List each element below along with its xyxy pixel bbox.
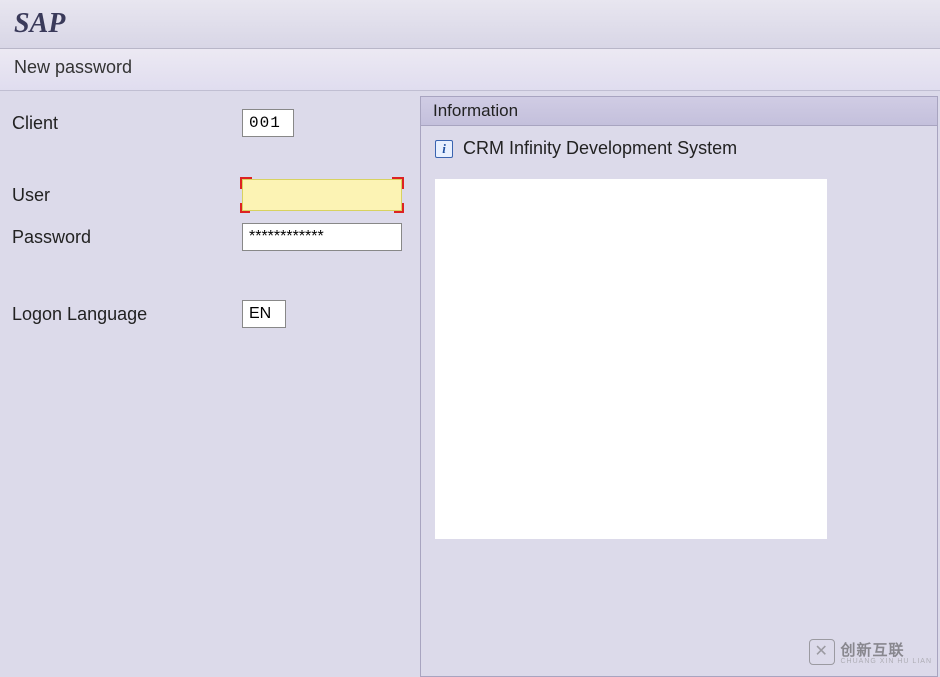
language-row: Logon Language [12, 298, 408, 330]
password-row: Password [12, 221, 408, 253]
watermark-logo-icon [809, 639, 835, 665]
header-bar: SAP [0, 0, 940, 49]
logon-form-panel: Client User Password Logon Language [0, 91, 420, 662]
watermark-text-wrap: 创新互联 CHUANG XIN HU LIAN [840, 639, 932, 665]
app-title: SAP [14, 8, 926, 40]
watermark: 创新互联 CHUANG XIN HU LIAN [809, 639, 932, 665]
subheader-bar: New password [0, 49, 940, 91]
user-input-focus-frame [242, 179, 402, 211]
main-area: Client User Password Logon Language Info… [0, 91, 940, 662]
language-input[interactable] [242, 300, 286, 328]
client-label: Client [12, 113, 242, 134]
info-icon: i [435, 140, 453, 158]
password-label: Password [12, 227, 242, 248]
info-row: i CRM Infinity Development System [435, 138, 923, 159]
info-content-area [435, 179, 827, 539]
focus-corner-icon [394, 203, 404, 213]
page-subtitle: New password [14, 57, 132, 77]
watermark-brand: 创新互联 [840, 642, 904, 659]
info-panel-title: Information [421, 97, 937, 126]
system-name-text: CRM Infinity Development System [463, 138, 737, 159]
user-input[interactable] [242, 179, 402, 211]
language-label: Logon Language [12, 304, 242, 325]
client-row: Client [12, 107, 408, 139]
info-panel: Information i CRM Infinity Development S… [420, 91, 940, 662]
client-input[interactable] [242, 109, 294, 137]
info-body: i CRM Infinity Development System [421, 126, 937, 676]
user-label: User [12, 185, 242, 206]
focus-corner-icon [240, 203, 250, 213]
password-input[interactable] [242, 223, 402, 251]
watermark-sub: CHUANG XIN HU LIAN [840, 658, 932, 665]
user-row: User [12, 179, 408, 211]
info-box: Information i CRM Infinity Development S… [420, 96, 938, 677]
